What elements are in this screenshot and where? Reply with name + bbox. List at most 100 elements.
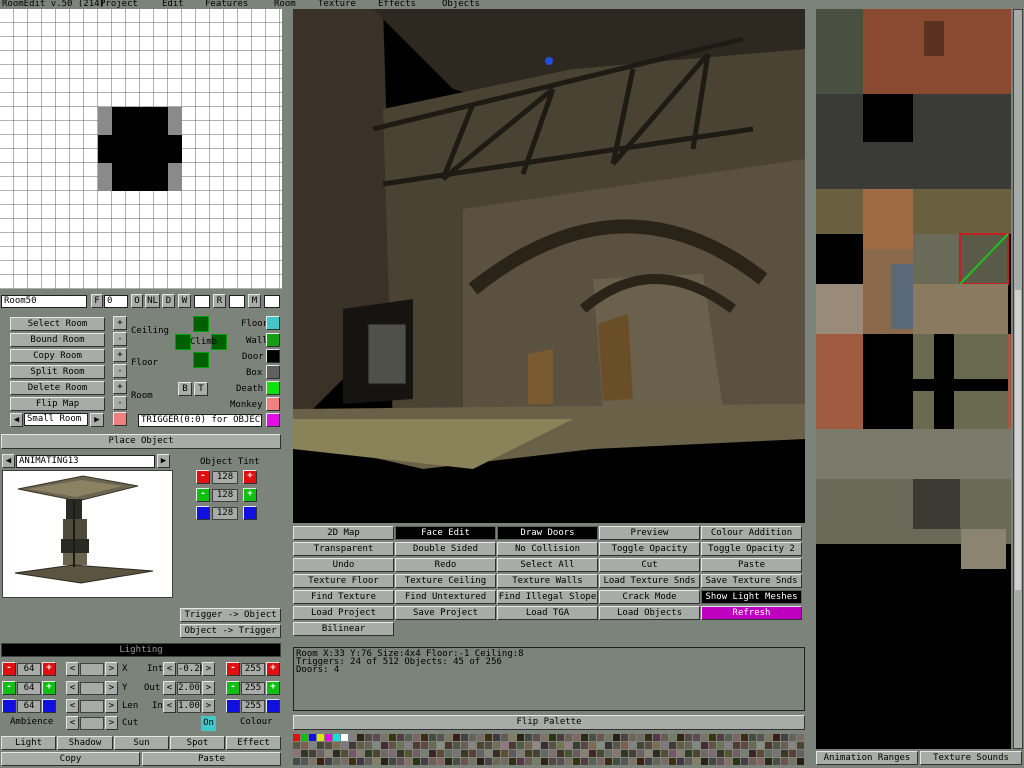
texture-panel[interactable] — [816, 9, 1011, 749]
palette-swatch[interactable] — [509, 758, 516, 765]
sector-death-swatch[interactable] — [266, 381, 280, 395]
palette-swatch[interactable] — [605, 750, 612, 757]
palette-swatch[interactable] — [573, 734, 580, 741]
tool-toggle-opacity-button[interactable]: Toggle Opacity — [599, 542, 700, 556]
palette-swatch[interactable] — [357, 742, 364, 749]
palette-swatch[interactable] — [325, 758, 332, 765]
palette-swatch[interactable] — [397, 758, 404, 765]
palette-swatch[interactable] — [709, 758, 716, 765]
ambience-green-value[interactable]: 64 — [17, 682, 41, 695]
floor-minus-button[interactable]: - — [113, 364, 127, 378]
palette-swatch[interactable] — [725, 734, 732, 741]
palette-swatch[interactable] — [733, 750, 740, 757]
palette-swatch[interactable] — [533, 742, 540, 749]
palette-swatch[interactable] — [645, 758, 652, 765]
palette-swatch[interactable] — [437, 734, 444, 741]
tool-face-edit-button[interactable]: Face Edit — [395, 526, 496, 540]
palette-swatch[interactable] — [429, 742, 436, 749]
y-value[interactable] — [80, 682, 104, 695]
tool-find-texture-button[interactable]: Find Texture — [293, 590, 394, 604]
palette-swatch[interactable] — [485, 750, 492, 757]
climb-west-button[interactable] — [175, 334, 191, 350]
palette-swatch[interactable] — [365, 742, 372, 749]
tool-crack-mode-button[interactable]: Crack Mode — [599, 590, 700, 604]
on-toggle[interactable]: On — [201, 716, 216, 731]
palette-swatch[interactable] — [645, 742, 652, 749]
palette-swatch[interactable] — [389, 742, 396, 749]
tool-save-project-button[interactable]: Save Project — [395, 606, 496, 620]
palette-swatch[interactable] — [637, 734, 644, 741]
palette-swatch[interactable] — [629, 758, 636, 765]
palette-swatch[interactable] — [781, 758, 788, 765]
palette-swatch[interactable] — [525, 742, 532, 749]
len-left-arrow[interactable]: < — [66, 699, 79, 713]
palette-swatch[interactable] — [629, 742, 636, 749]
palette-swatch[interactable] — [661, 734, 668, 741]
palette-swatch[interactable] — [341, 734, 348, 741]
w-value-field[interactable] — [194, 295, 210, 308]
palette-swatch[interactable] — [533, 750, 540, 757]
palette-swatch[interactable] — [789, 734, 796, 741]
palette-swatch[interactable] — [757, 750, 764, 757]
palette-swatch[interactable] — [701, 742, 708, 749]
palette-swatch[interactable] — [309, 734, 316, 741]
palette-swatch[interactable] — [693, 758, 700, 765]
in-left-arrow[interactable]: < — [163, 699, 176, 713]
palette-swatch[interactable] — [549, 734, 556, 741]
palette-swatch[interactable] — [517, 758, 524, 765]
y-right-arrow[interactable]: > — [105, 681, 118, 695]
palette-swatch[interactable] — [757, 742, 764, 749]
bound-room-button[interactable]: Bound Room — [10, 333, 105, 347]
palette-swatch[interactable] — [613, 734, 620, 741]
tool-select-all-button[interactable]: Select All — [497, 558, 598, 572]
palette-swatch[interactable] — [621, 750, 628, 757]
palette-swatch[interactable] — [373, 758, 380, 765]
tint-green-minus[interactable]: - — [196, 488, 210, 502]
palette-swatch[interactable] — [789, 750, 796, 757]
palette-swatch[interactable] — [677, 734, 684, 741]
palette-swatch[interactable] — [485, 758, 492, 765]
palette-swatch[interactable] — [669, 750, 676, 757]
palette-swatch[interactable] — [757, 758, 764, 765]
palette-swatch[interactable] — [453, 750, 460, 757]
palette-swatch[interactable] — [413, 758, 420, 765]
palette-swatch[interactable] — [797, 750, 804, 757]
palette-swatch[interactable] — [565, 750, 572, 757]
3d-viewport[interactable] — [293, 9, 805, 523]
palette-swatch[interactable] — [317, 734, 324, 741]
palette-swatch[interactable] — [621, 742, 628, 749]
tint-green-value[interactable]: 128 — [212, 489, 238, 502]
palette-swatch[interactable] — [661, 750, 668, 757]
palette-swatch[interactable] — [293, 758, 300, 765]
palette-swatch[interactable] — [669, 758, 676, 765]
palette-swatch[interactable] — [597, 750, 604, 757]
palette-swatch[interactable] — [413, 750, 420, 757]
palette-swatch[interactable] — [317, 750, 324, 757]
tool-refresh-button[interactable]: Refresh — [701, 606, 802, 620]
palette-swatch[interactable] — [597, 734, 604, 741]
palette-swatch[interactable] — [557, 750, 564, 757]
palette-swatch[interactable] — [589, 750, 596, 757]
colour-blue-minus[interactable] — [226, 699, 240, 713]
palette-swatch[interactable] — [565, 742, 572, 749]
tool-redo-button[interactable]: Redo — [395, 558, 496, 572]
ceiling-plus-button[interactable]: + — [113, 316, 127, 330]
palette-swatch[interactable] — [357, 734, 364, 741]
palette-swatch[interactable] — [589, 742, 596, 749]
palette-swatch[interactable] — [749, 734, 756, 741]
palette-swatch[interactable] — [541, 758, 548, 765]
palette-swatch[interactable] — [733, 758, 740, 765]
colour-green-plus[interactable]: + — [266, 681, 280, 695]
tool-texture-floor-button[interactable]: Texture Floor — [293, 574, 394, 588]
palette-swatch[interactable] — [469, 742, 476, 749]
palette-swatch[interactable] — [517, 734, 524, 741]
palette-swatch[interactable] — [341, 742, 348, 749]
palette-swatch[interactable] — [589, 758, 596, 765]
palette-swatch[interactable] — [493, 758, 500, 765]
out-value[interactable]: 2.00 — [177, 682, 201, 695]
shadow-mode-button[interactable]: Shadow — [57, 736, 113, 750]
sector-floor-swatch[interactable] — [266, 316, 280, 330]
tool-2d-map-button[interactable]: 2D Map — [293, 526, 394, 540]
palette-swatch[interactable] — [293, 734, 300, 741]
tool-load-objects-button[interactable]: Load Objects — [599, 606, 700, 620]
